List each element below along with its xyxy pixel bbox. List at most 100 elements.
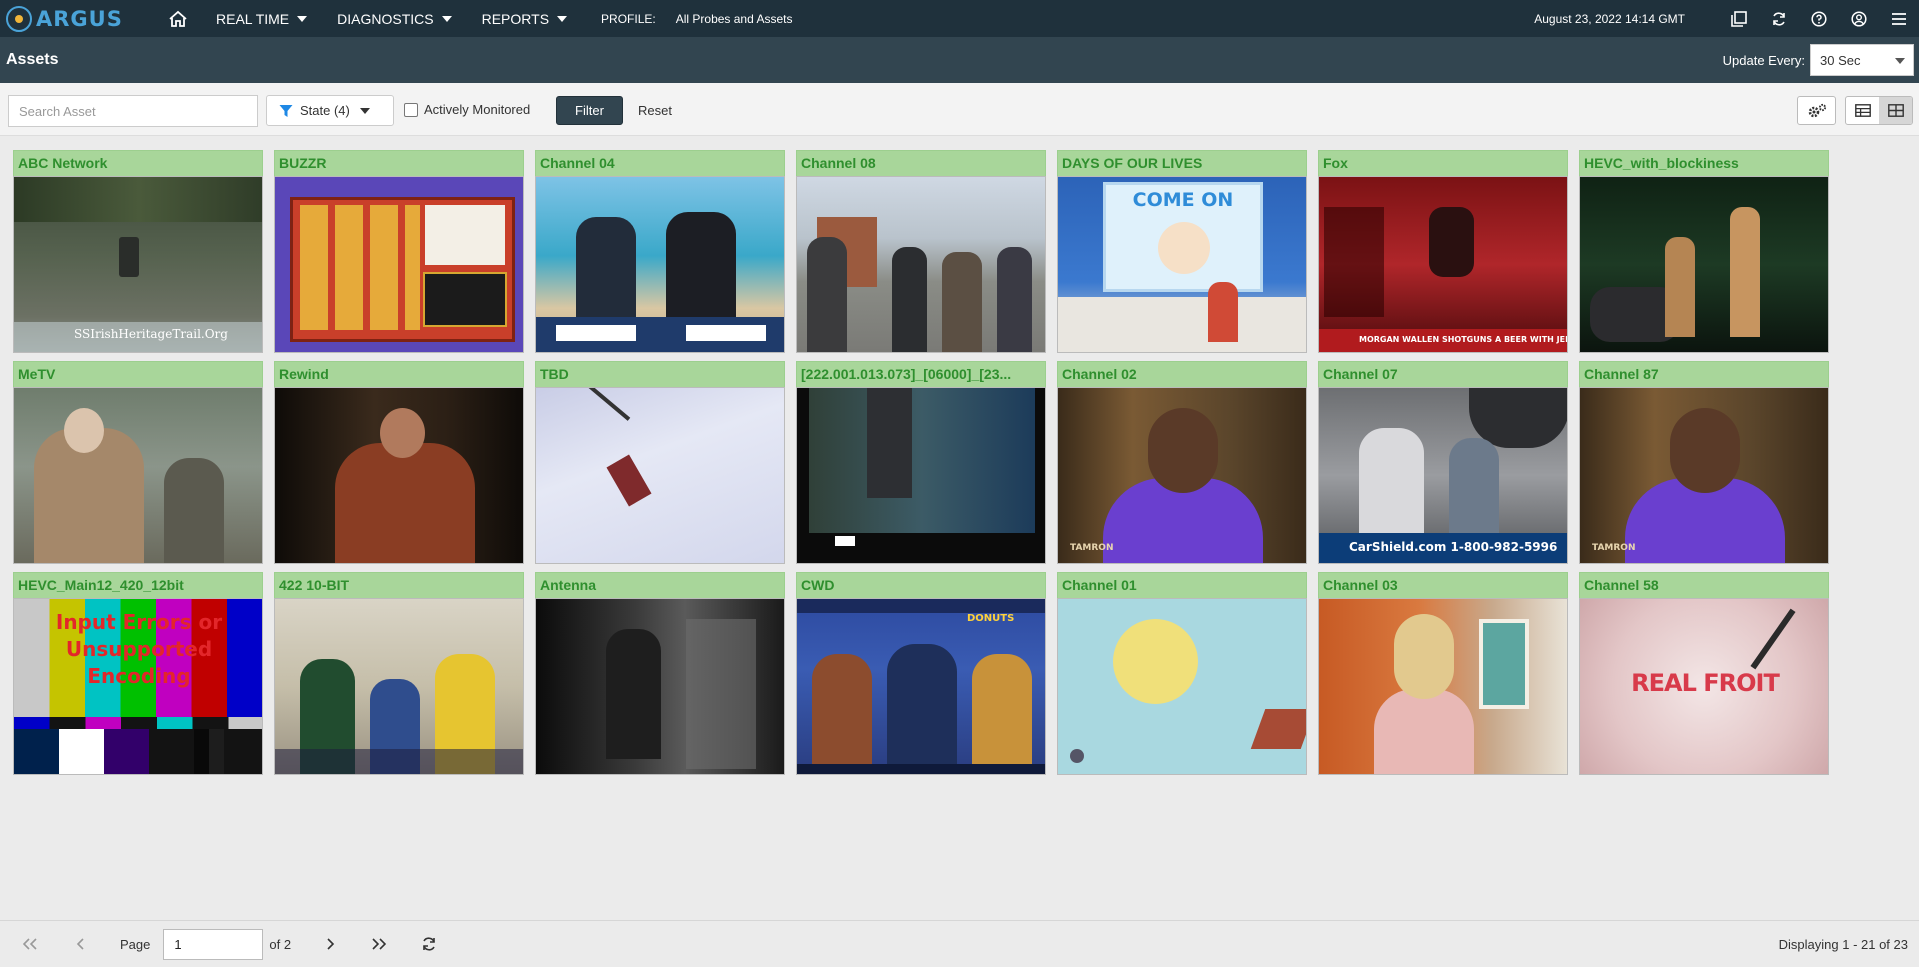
asset-tile[interactable]: Rewind	[274, 361, 524, 564]
chevron-down-icon	[1895, 58, 1905, 64]
chevron-down-icon	[359, 107, 370, 114]
asset-tile[interactable]: Channel 04	[535, 150, 785, 353]
asset-tile[interactable]: Channel 07 CarShield.com 1-800-982-5996	[1318, 361, 1568, 564]
asset-thumbnail[interactable]	[1057, 598, 1307, 775]
home-button[interactable]	[158, 0, 198, 37]
nav-reports[interactable]: REPORTS	[472, 0, 587, 37]
asset-tile[interactable]: Channel 87 TAMRON	[1579, 361, 1829, 564]
top-nav: ARGUS REAL TIME DIAGNOSTICS REPORTS PROF…	[0, 0, 1919, 37]
help-icon	[1811, 10, 1827, 27]
argus-logo[interactable]: ARGUS	[6, 5, 156, 32]
page-header: Assets Update Every: 30 Sec	[0, 37, 1919, 83]
first-page-button[interactable]	[20, 921, 40, 967]
refresh-icon	[1773, 11, 1785, 26]
home-icon	[169, 10, 187, 27]
asset-tile[interactable]: [222.001.013.073]_[06000]_[23...	[796, 361, 1046, 564]
asset-tile[interactable]: DAYS OF OUR LIVES COME ON	[1057, 150, 1307, 353]
table-view-button[interactable]	[1846, 97, 1879, 124]
page-count-label: of 2	[269, 936, 292, 952]
update-interval: Update Every: 30 Sec	[1723, 44, 1914, 76]
actively-monitored-checkbox[interactable]	[404, 102, 418, 117]
asset-thumbnail[interactable]	[274, 387, 524, 564]
asset-thumbnail[interactable]	[1579, 176, 1829, 353]
reset-button[interactable]: Reset	[632, 96, 678, 125]
asset-thumbnail[interactable]: COME ON	[1057, 176, 1307, 353]
table-icon	[1854, 104, 1871, 117]
asset-thumbnail[interactable]: Input Errors or Unsupported Encoding	[13, 598, 263, 775]
asset-name: 422 10-BIT	[274, 572, 524, 598]
asset-thumbnail[interactable]	[274, 176, 524, 353]
asset-thumbnail[interactable]	[274, 598, 524, 775]
user-button[interactable]	[1839, 0, 1879, 37]
asset-thumbnail[interactable]: TAMRON	[1057, 387, 1307, 564]
menu-button[interactable]	[1879, 0, 1919, 37]
actively-monitored-toggle[interactable]: Actively Monitored	[404, 102, 530, 117]
search-input[interactable]	[8, 95, 258, 127]
asset-thumbnail[interactable]	[13, 387, 263, 564]
tile-view-button[interactable]	[1879, 97, 1912, 124]
asset-thumbnail[interactable]	[535, 598, 785, 775]
double-chevron-left-icon	[23, 938, 37, 950]
asset-grid: ABC Network SSIrishHeritageTrail.Org BUZ…	[13, 150, 1841, 775]
asset-thumbnail[interactable]: SSIrishHeritageTrail.Org	[13, 176, 263, 353]
asset-name: MeTV	[13, 361, 263, 387]
asset-tile[interactable]: Channel 58 REAL FROIT	[1579, 572, 1829, 775]
asset-name: Channel 08	[796, 150, 1046, 176]
settings-button[interactable]	[1797, 96, 1836, 125]
asset-thumbnail[interactable]: CarShield.com 1-800-982-5996	[1318, 387, 1568, 564]
thumbnail-overlay-text: SSIrishHeritageTrail.Org	[74, 327, 228, 341]
asset-thumbnail[interactable]	[796, 387, 1046, 564]
asset-thumbnail[interactable]: REAL FROIT	[1579, 598, 1829, 775]
asset-tile[interactable]: HEVC_with_blockiness	[1579, 150, 1829, 353]
asset-tile[interactable]: HEVC_Main12_420_12bit Input Errors or Un…	[13, 572, 263, 775]
thumbnail-overlay-text: TAMRON	[1592, 543, 1636, 553]
nav-real-time-label: REAL TIME	[216, 10, 290, 27]
nav-real-time[interactable]: REAL TIME	[206, 0, 327, 37]
thumbnail-overlay-text: TAMRON	[1070, 543, 1114, 553]
windows-button[interactable]	[1719, 0, 1759, 37]
asset-tile[interactable]: Channel 08	[796, 150, 1046, 353]
last-page-button[interactable]	[369, 921, 389, 967]
asset-tile[interactable]: TBD	[535, 361, 785, 564]
asset-thumbnail[interactable]: MORGAN WALLEN SHOTGUNS A BEER WITH JEEZY…	[1318, 176, 1568, 353]
asset-tile[interactable]: 422 10-BIT	[274, 572, 524, 775]
asset-thumbnail[interactable]	[796, 176, 1046, 353]
asset-name: ABC Network	[13, 150, 263, 176]
windows-icon	[1731, 10, 1747, 27]
state-filter-dropdown[interactable]: State (4)	[266, 95, 394, 126]
filter-button[interactable]: Filter	[556, 96, 623, 125]
asset-tile[interactable]: Fox MORGAN WALLEN SHOTGUNS A BEER WITH J…	[1318, 150, 1568, 353]
asset-name: HEVC_Main12_420_12bit	[13, 572, 263, 598]
asset-thumbnail[interactable]	[1318, 598, 1568, 775]
asset-tile[interactable]: Channel 03	[1318, 572, 1568, 775]
refresh-page-button[interactable]	[419, 921, 439, 967]
asset-tile[interactable]: Channel 01	[1057, 572, 1307, 775]
menu-icon	[1892, 12, 1906, 25]
asset-tile[interactable]: MeTV	[13, 361, 263, 564]
refresh-button[interactable]	[1759, 0, 1799, 37]
chevron-left-icon	[76, 938, 84, 950]
update-label: Update Every:	[1722, 52, 1805, 68]
asset-tile[interactable]: Channel 02 TAMRON	[1057, 361, 1307, 564]
asset-thumbnail[interactable]	[535, 387, 785, 564]
page-number-input[interactable]	[163, 928, 264, 960]
asset-tile[interactable]: ABC Network SSIrishHeritageTrail.Org	[13, 150, 263, 353]
asset-tile[interactable]: Antenna	[535, 572, 785, 775]
asset-thumbnail[interactable]: TAMRON	[1579, 387, 1829, 564]
nav-diagnostics[interactable]: DIAGNOSTICS	[327, 0, 471, 37]
asset-name: Channel 87	[1579, 361, 1829, 387]
asset-name: Channel 58	[1579, 572, 1829, 598]
page-label: Page	[120, 936, 151, 952]
asset-name: Channel 01	[1057, 572, 1307, 598]
double-chevron-right-icon	[372, 938, 387, 950]
asset-thumbnail[interactable]: DONUTS	[796, 598, 1046, 775]
logo-text: ARGUS	[36, 6, 123, 31]
profile-value[interactable]: All Probes and Assets	[676, 12, 793, 26]
update-interval-select[interactable]: 30 Sec	[1810, 44, 1914, 76]
asset-thumbnail[interactable]	[535, 176, 785, 353]
next-page-button[interactable]	[321, 921, 341, 967]
asset-tile[interactable]: CWD DONUTS	[796, 572, 1046, 775]
asset-tile[interactable]: BUZZR	[274, 150, 524, 353]
previous-page-button[interactable]	[70, 921, 90, 967]
help-button[interactable]	[1799, 0, 1839, 37]
